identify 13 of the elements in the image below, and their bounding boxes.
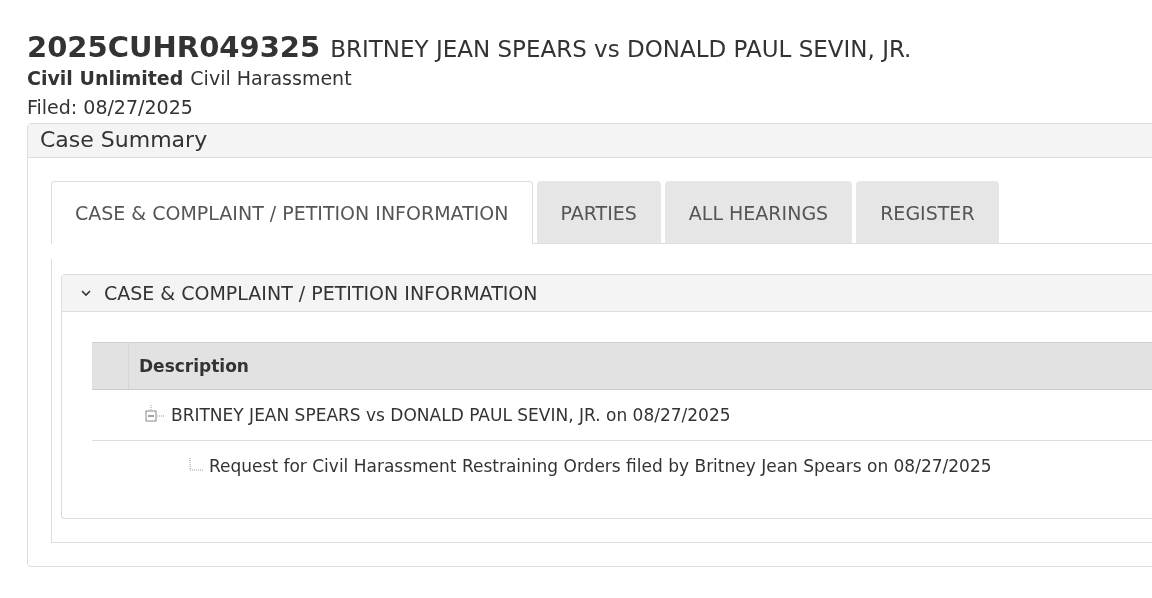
case-type: Civil Harassment [190,66,352,91]
tab[interactable]: ALL HEARINGS [664,181,853,243]
tab[interactable]: PARTIES [536,181,661,243]
tree-item: Request for Civil Harassment Restraining Orders filed by Britney Jean Spears on 08/27/2025 [209,456,992,476]
filed-date: Filed: 08/27/2025 [27,95,193,120]
tab[interactable]: CASE & COMPLAINT / PETITION INFORMATION [51,181,533,244]
section-header[interactable]: CASE & COMPLAINT / PETITION INFORMATION [62,275,1152,312]
case-title: BRITNEY JEAN SPEARS vs DONALD PAUL SEVIN, JR. [330,36,912,62]
case-number: 2025CUHR049325 [27,30,321,64]
panel-title: Case Summary [40,127,208,152]
case-category: Civil Unlimited [27,66,184,91]
tab[interactable]: REGISTER [856,181,999,243]
tree-item: BRITNEY JEAN SPEARS vs DONALD PAUL SEVIN, JR. on 08/27/2025 [171,405,731,425]
